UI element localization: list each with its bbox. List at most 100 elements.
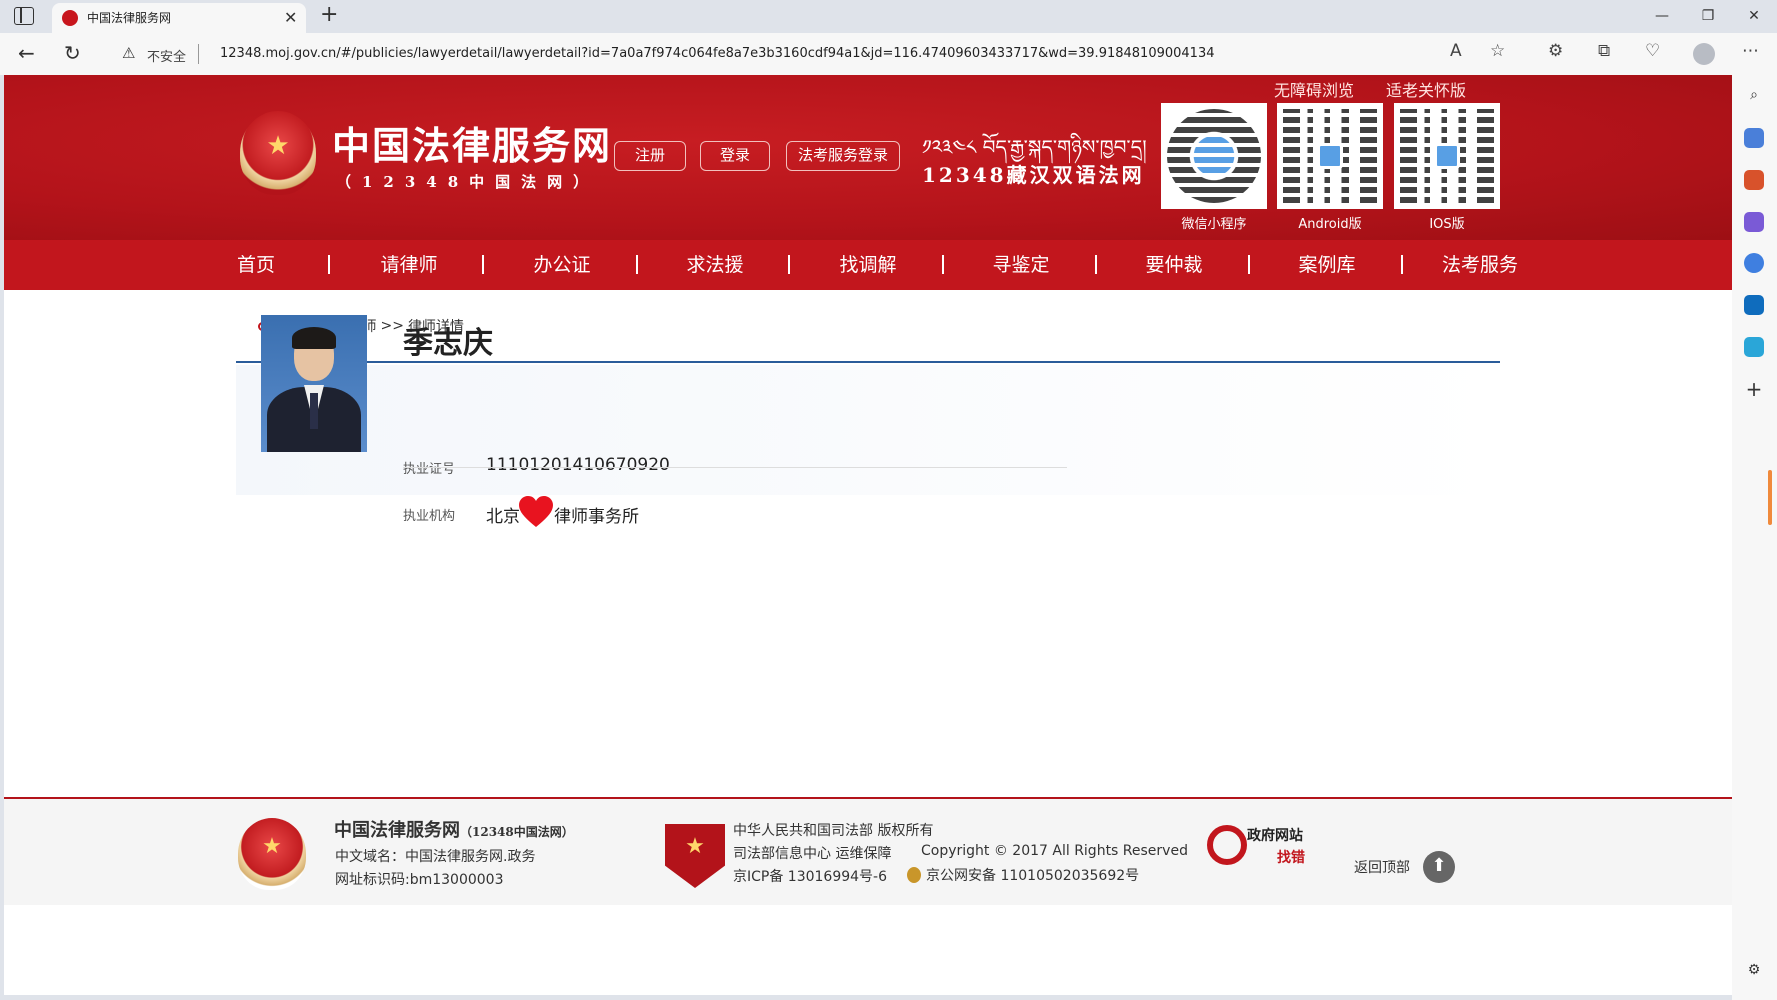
arrow-up-icon[interactable]: ⬆ [1423,851,1455,883]
nav-divider [788,255,790,274]
elder-care-link[interactable]: 适老关怀版 [1386,77,1466,101]
copilot-icon[interactable] [1744,128,1764,148]
warning-icon: ⚠ [122,44,136,62]
restore-icon[interactable]: ❐ [1685,0,1731,33]
url-field[interactable]: ⚠ 不安全 12348.moj.gov.cn/#/publicies/lawye… [110,38,1470,70]
nav-divider [482,255,484,274]
window-close-icon[interactable]: ✕ [1731,0,1777,33]
back-to-top-link[interactable]: 返回顶部 [1354,857,1410,877]
nav-home[interactable]: 首页 [180,240,332,290]
qr-label: IOS版 [1429,217,1465,232]
url-divider [198,44,199,64]
favorite-star-icon[interactable]: ☆ [1490,41,1505,61]
nav-divider [942,255,944,274]
tools-icon[interactable] [1744,212,1764,232]
site-title[interactable]: 中国法律服务网 [332,115,612,170]
url-text: 12348.moj.gov.cn/#/publicies/lawyerdetai… [220,46,1215,61]
nav-case-library[interactable]: 案例库 [1251,240,1403,290]
firm-value: 北京 律师事务所 [486,502,639,527]
nav-hire-lawyer[interactable]: 请律师 [333,240,485,290]
header-top-links: 无障碍浏览 适老关怀版 [1274,77,1466,101]
footer-emblem-logo: ★ [238,818,306,890]
footer-domain: 中文域名：中国法律服务网.政务 [335,849,536,865]
main-nav: 首页 请律师 办公证 求法援 找调解 寻鉴定 要仲裁 案例库 法考服务 [4,240,1732,290]
profile-avatar[interactable] [1693,43,1715,65]
browser-tab-bar: 中国法律服务网 ✕ + — ❐ ✕ [0,0,1777,33]
license-value: 11101201410670920 [486,455,670,475]
app-logo-icon [1434,143,1460,169]
lawyer-name: 季志庆 [403,326,493,361]
firm-label: 执业机构 [403,509,456,524]
firm-suffix: 律师事务所 [554,507,639,527]
nav-mediation[interactable]: 找调解 [792,240,944,290]
footer-title: 中国法律服务网（12348中国法网） [334,816,574,842]
gov-logo-line2: 找错 [1277,850,1305,866]
insecure-label: 不安全 [147,50,187,65]
tab-actions-icon[interactable] [14,7,34,25]
qr-label: Android版 [1298,217,1362,232]
police-badge-icon [907,867,921,883]
wechat-qr-code [1161,103,1267,209]
scroll-indicator[interactable] [1768,470,1772,525]
footer-police-record[interactable]: 京公网安备 11010502035692号 [926,865,1139,885]
shopping-icon[interactable] [1744,170,1764,190]
breadcrumb-separator: >> [380,318,404,334]
tab-title: 中国法律服务网 [87,11,172,25]
nav-legal-aid[interactable]: 求法援 [639,240,791,290]
accessibility-link[interactable]: 无障碍浏览 [1274,77,1354,101]
search-icon[interactable]: ⌕ [1744,87,1764,107]
nav-exam-service[interactable]: 法考服务 [1404,240,1556,290]
nav-divider [1095,255,1097,274]
party-org-badge-icon[interactable]: ★ [665,824,725,888]
close-tab-icon[interactable]: ✕ [284,8,297,27]
browser-essentials-icon[interactable]: ♡ [1645,41,1660,61]
nav-divider [328,255,330,274]
qr-pattern [1283,109,1377,203]
more-menu-icon[interactable]: ⋯ [1742,41,1759,61]
back-icon[interactable]: ← [18,41,35,65]
footer-copyright: Copyright © 2017 All Rights Reserved [921,843,1188,859]
exam-login-button[interactable]: 法考服务登录 [786,141,900,171]
window-controls: — ❐ ✕ [1639,0,1777,33]
refresh-icon[interactable]: ↻ [64,41,81,65]
footer-icp[interactable]: 京ICP备 13016994号-6 [733,866,887,886]
collections-icon[interactable]: ⧉ [1598,41,1610,61]
nav-notarization[interactable]: 办公证 [486,240,638,290]
bilingual-title[interactable]: 12348藏汉双语法网 [922,159,1145,188]
details-rule [403,467,1067,468]
android-qr-code [1277,103,1383,209]
new-tab-icon[interactable]: + [320,2,338,27]
nav-divider [636,255,638,274]
send-icon[interactable] [1744,337,1764,357]
register-button[interactable]: 注册 [614,141,686,171]
heart-redaction-icon [519,496,553,527]
footer-title-text: 中国法律服务网 [334,820,460,841]
read-aloud-icon[interactable]: A [1450,41,1462,61]
footer-site-id: 网址标识码:bm13000003 [335,872,504,888]
browser-tab[interactable]: 中国法律服务网 ✕ [52,3,306,33]
qr-pattern [1167,109,1261,203]
qr-pattern [1400,109,1494,203]
footer-title-small: （12348中国法网） [460,825,574,839]
app-logo-icon [1317,143,1343,169]
nav-arbitration[interactable]: 要仲裁 [1098,240,1250,290]
footer-ops: 司法部信息中心 运维保障 [733,846,892,862]
add-sidebar-icon[interactable]: + [1744,377,1764,401]
site-subtitle: （12348中国法网） [336,173,600,191]
gov-site-error-report-logo[interactable]: 政府网站 找错 [1207,821,1317,869]
outlook-icon[interactable] [1744,295,1764,315]
sidebar-settings-icon[interactable]: ⚙ [1744,962,1764,982]
photo-tie [310,393,318,429]
minimize-icon[interactable]: — [1639,0,1685,33]
national-emblem-logo[interactable]: ★ [240,111,316,195]
edge-sidebar: ⌕ + ⚙ [1732,75,1777,1000]
site-favicon-icon [62,10,78,26]
nav-divider [1401,255,1403,274]
footer-copyright-owner: 中华人民共和国司法部 版权所有 [733,823,934,839]
extensions-icon[interactable]: ⚙ [1548,41,1563,61]
address-bar: ← ↻ ⚠ 不安全 12348.moj.gov.cn/#/publicies/l… [0,33,1777,75]
office-icon[interactable] [1744,253,1764,273]
lawyer-photo [261,315,367,452]
nav-appraisal[interactable]: 寻鉴定 [945,240,1097,290]
login-button[interactable]: 登录 [700,141,770,171]
